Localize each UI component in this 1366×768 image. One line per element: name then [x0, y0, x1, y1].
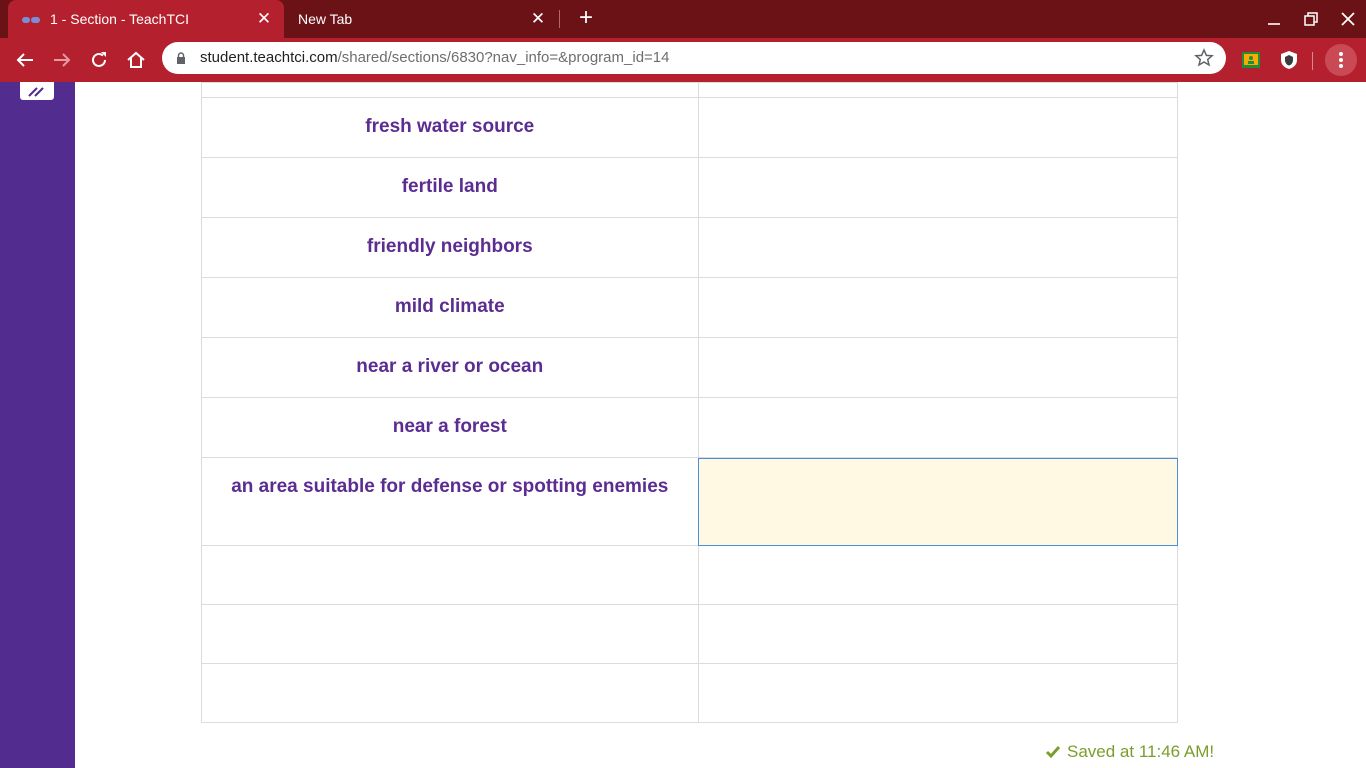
answer-cell[interactable] — [697, 337, 1179, 398]
address-bar[interactable]: student.teachtci.com/shared/sections/683… — [162, 42, 1226, 74]
row-label — [201, 82, 699, 98]
tab-title: New Tab — [298, 11, 353, 27]
row-label[interactable] — [201, 545, 699, 605]
url-path: /shared/sections/6830?nav_info=&program_… — [337, 49, 670, 66]
restore-icon[interactable] — [1297, 5, 1325, 33]
table-row — [201, 545, 1179, 605]
google-classroom-extension-icon[interactable] — [1240, 49, 1262, 71]
answer-cell[interactable] — [697, 277, 1179, 338]
tab-new-tab[interactable]: New Tab ✕ — [284, 0, 558, 38]
sidebar — [0, 82, 75, 768]
answer-cell[interactable] — [697, 604, 1179, 664]
table-row: near a forest — [201, 397, 1179, 458]
answer-cell-focused[interactable] — [697, 457, 1179, 546]
close-tab-icon[interactable]: ✕ — [528, 9, 548, 29]
url-text: student.teachtci.com/shared/sections/683… — [200, 49, 669, 66]
tab-strip: 1 - Section - TeachTCI ✕ New Tab ✕ + — [0, 0, 1366, 38]
row-label: mild climate — [201, 277, 699, 338]
row-label[interactable] — [201, 663, 699, 723]
new-tab-plus-icon[interactable]: + — [574, 6, 598, 30]
answer-cell[interactable] — [697, 397, 1179, 458]
back-arrow-icon[interactable] — [13, 48, 37, 72]
row-label: near a river or ocean — [201, 337, 699, 398]
row-label: friendly neighbors — [201, 217, 699, 278]
table-row: mild climate — [201, 277, 1179, 338]
sidebar-toggle-button[interactable] — [20, 82, 54, 100]
lock-icon — [177, 52, 185, 64]
toolbar-separator — [1312, 52, 1313, 70]
reload-icon[interactable] — [87, 48, 111, 72]
row-label: fertile land — [201, 157, 699, 218]
save-status-text: Saved at 11:46 AM! — [1067, 742, 1215, 761]
bookmark-star-icon[interactable] — [1194, 48, 1214, 68]
answer-cell[interactable] — [697, 157, 1179, 218]
table-row: friendly neighbors — [201, 217, 1179, 278]
forward-arrow-icon[interactable] — [50, 48, 74, 72]
teachtci-favicon-icon — [22, 13, 40, 25]
table-row: an area suitable for defense or spotting… — [201, 457, 1179, 546]
answer-cell[interactable] — [697, 82, 1179, 98]
table-row — [201, 82, 1179, 98]
minimize-icon[interactable] — [1260, 5, 1288, 33]
table-row — [201, 663, 1179, 723]
url-host: student.teachtci.com — [200, 49, 338, 66]
double-chevron-icon — [28, 87, 44, 97]
row-label: near a forest — [201, 397, 699, 458]
close-window-icon[interactable] — [1334, 5, 1362, 33]
worksheet-table: fresh water source fertile land friendly… — [201, 82, 1179, 723]
tab-teachtci[interactable]: 1 - Section - TeachTCI ✕ — [8, 0, 284, 38]
answer-cell[interactable] — [697, 545, 1179, 605]
table-row: fresh water source — [201, 97, 1179, 158]
table-row: near a river or ocean — [201, 337, 1179, 398]
shield-extension-icon[interactable] — [1278, 49, 1300, 71]
answer-cell[interactable] — [697, 663, 1179, 723]
browser-menu-icon[interactable] — [1325, 44, 1357, 76]
table-row: fertile land — [201, 157, 1179, 218]
answer-cell[interactable] — [697, 97, 1179, 158]
row-label: fresh water source — [201, 97, 699, 158]
table-row — [201, 604, 1179, 664]
answer-cell[interactable] — [697, 217, 1179, 278]
tab-separator — [559, 10, 560, 28]
close-tab-icon[interactable]: ✕ — [254, 9, 274, 29]
save-status: Saved at 11:46 AM! — [1045, 742, 1214, 762]
checkmark-icon — [1045, 746, 1061, 759]
row-label: an area suitable for defense or spotting… — [201, 457, 699, 546]
browser-toolbar: student.teachtci.com/shared/sections/683… — [0, 38, 1366, 82]
row-label[interactable] — [201, 604, 699, 664]
home-icon[interactable] — [124, 48, 148, 72]
tab-title: 1 - Section - TeachTCI — [50, 11, 190, 27]
